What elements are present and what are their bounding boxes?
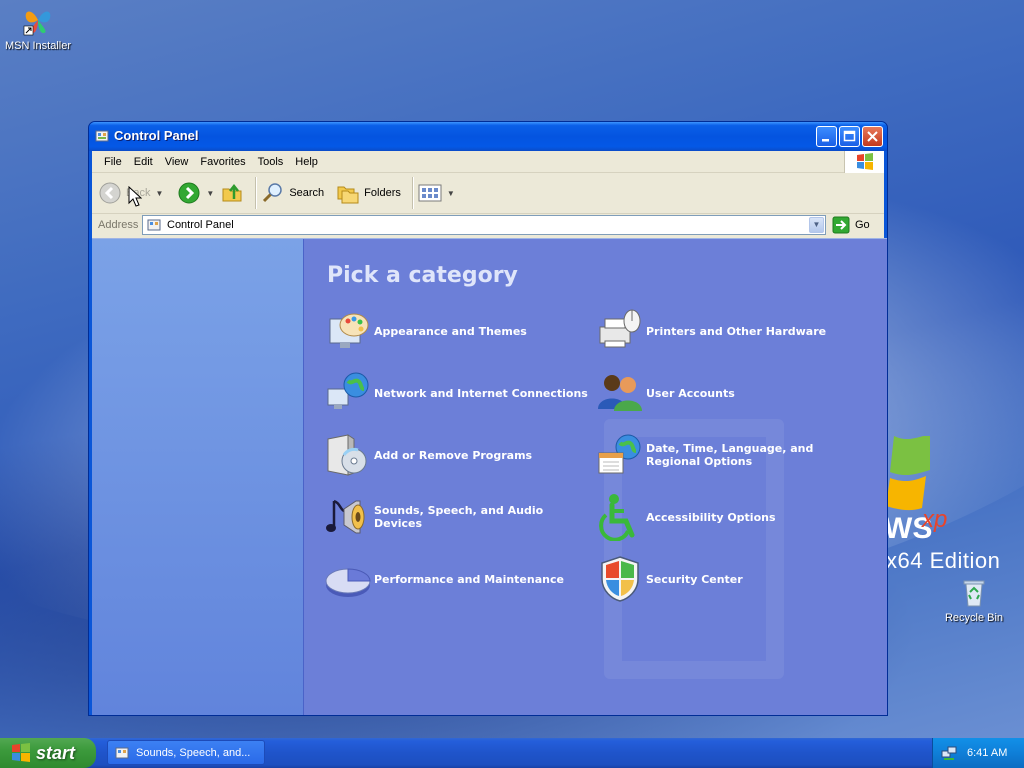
brand-xp-text: xp bbox=[922, 506, 948, 533]
printer-hardware-icon bbox=[596, 307, 646, 355]
category-performance-maintenance[interactable]: Performance and Maintenance bbox=[324, 555, 564, 603]
search-label: Search bbox=[289, 187, 325, 199]
chevron-down-icon[interactable]: ▼ bbox=[206, 189, 214, 198]
category-add-remove-programs[interactable]: Add or Remove Programs bbox=[324, 431, 532, 479]
control-panel-icon bbox=[115, 747, 129, 758]
start-button[interactable]: start bbox=[0, 738, 96, 768]
start-label: start bbox=[36, 742, 76, 763]
folders-label: Folders bbox=[364, 187, 401, 199]
windows-flag-icon bbox=[12, 743, 30, 762]
mouse-cursor-icon bbox=[128, 185, 143, 211]
search-button[interactable]: Search bbox=[261, 181, 324, 205]
msn-butterfly-icon bbox=[22, 4, 54, 36]
network-globe-icon bbox=[324, 369, 374, 417]
category-label: Appearance and Themes bbox=[374, 324, 527, 338]
category-appearance-themes[interactable]: Appearance and Themes bbox=[324, 307, 527, 355]
category-pane: Pick a category Appearance and Themes Pr… bbox=[303, 239, 887, 715]
views-grid-icon bbox=[418, 184, 442, 202]
taskbar-item-control-panel[interactable]: Sounds, Speech, and... bbox=[107, 740, 265, 765]
forward-button[interactable]: ▼ bbox=[177, 181, 214, 205]
up-folder-icon bbox=[222, 183, 242, 202]
menu-favorites[interactable]: Favorites bbox=[194, 154, 251, 170]
category-date-time-regional[interactable]: Date, Time, Language, and Regional Optio… bbox=[596, 431, 866, 479]
toolbar-separator bbox=[411, 177, 413, 209]
content-area: Pick a category Appearance and Themes Pr… bbox=[92, 238, 887, 715]
folders-icon bbox=[337, 186, 359, 204]
category-security-center[interactable]: Security Center bbox=[596, 555, 743, 603]
chevron-down-icon[interactable]: ▼ bbox=[447, 189, 455, 198]
standard-toolbar: Back ▼ ▼ Search Folders ▼ bbox=[92, 173, 884, 214]
control-panel-icon bbox=[94, 128, 110, 147]
taskbar-item-label: Sounds, Speech, and... bbox=[136, 746, 251, 759]
menu-help[interactable]: Help bbox=[289, 154, 324, 170]
menu-view[interactable]: View bbox=[159, 154, 195, 170]
address-bar: Address Control Panel ▼ Go bbox=[92, 214, 884, 236]
sound-speaker-icon bbox=[324, 493, 374, 541]
desktop-icon-label: MSN Installer bbox=[4, 40, 72, 52]
views-button[interactable]: ▼ bbox=[418, 183, 455, 203]
recycle-bin-icon bbox=[958, 576, 990, 608]
back-arrow-icon bbox=[99, 182, 121, 204]
category-user-accounts[interactable]: User Accounts bbox=[596, 369, 735, 417]
category-label: Performance and Maintenance bbox=[374, 572, 564, 586]
title-bar[interactable]: Control Panel bbox=[89, 122, 887, 151]
windows-flag-logo bbox=[886, 434, 930, 515]
category-label: Date, Time, Language, and Regional Optio… bbox=[646, 442, 814, 468]
window-title: Control Panel bbox=[114, 128, 199, 143]
address-value: Control Panel bbox=[167, 219, 234, 231]
go-arrow-icon bbox=[832, 216, 850, 234]
performance-chart-icon bbox=[324, 555, 374, 603]
network-tray-icon[interactable] bbox=[941, 745, 957, 761]
windows-logo-icon bbox=[844, 151, 884, 173]
search-icon bbox=[263, 183, 283, 203]
accessibility-icon bbox=[596, 493, 646, 541]
forward-arrow-icon bbox=[178, 182, 200, 204]
maximize-button[interactable] bbox=[839, 126, 860, 147]
go-button[interactable]: Go bbox=[832, 216, 870, 234]
menu-bar: File Edit View Favorites Tools Help bbox=[92, 151, 884, 173]
add-remove-programs-icon bbox=[324, 431, 374, 479]
category-network-internet[interactable]: Network and Internet Connections bbox=[324, 369, 588, 417]
taskbar: start Sounds, Speech, and... 6:41 AM bbox=[0, 738, 1024, 768]
desktop-icon-recycle-bin[interactable]: Recycle Bin bbox=[936, 576, 1012, 624]
category-label: Printers and Other Hardware bbox=[646, 324, 827, 338]
minimize-button[interactable] bbox=[816, 126, 837, 147]
menu-tools[interactable]: Tools bbox=[252, 154, 290, 170]
category-sounds-speech-audio[interactable]: Sounds, Speech, and Audio Devices bbox=[324, 493, 594, 541]
date-time-globe-icon bbox=[596, 431, 646, 479]
desktop-icon-msn-installer[interactable]: MSN Installer bbox=[0, 4, 76, 52]
category-accessibility[interactable]: Accessibility Options bbox=[596, 493, 776, 541]
address-input[interactable]: Control Panel ▼ bbox=[142, 215, 826, 235]
close-button[interactable] bbox=[862, 126, 883, 147]
page-title: Pick a category bbox=[327, 263, 518, 288]
appearance-themes-icon bbox=[324, 307, 374, 355]
up-folder-button[interactable] bbox=[220, 181, 244, 205]
control-panel-window: Control Panel File Edit View Favorites T… bbox=[88, 121, 888, 716]
folders-button[interactable]: Folders bbox=[336, 181, 401, 205]
user-accounts-icon bbox=[596, 369, 646, 417]
category-label: Accessibility Options bbox=[646, 510, 776, 524]
address-label: Address bbox=[98, 219, 139, 231]
clock[interactable]: 6:41 AM bbox=[967, 747, 1007, 759]
go-label: Go bbox=[855, 219, 870, 231]
category-label: Network and Internet Connections bbox=[374, 386, 588, 400]
category-label: User Accounts bbox=[646, 386, 735, 400]
system-tray: 6:41 AM bbox=[932, 738, 1024, 768]
category-label: Security Center bbox=[646, 572, 743, 586]
task-pane bbox=[92, 239, 303, 715]
category-printers-hardware[interactable]: Printers and Other Hardware bbox=[596, 307, 826, 355]
chevron-down-icon[interactable]: ▼ bbox=[155, 189, 163, 198]
category-label: Add or Remove Programs bbox=[374, 448, 533, 462]
address-dropdown-icon[interactable]: ▼ bbox=[809, 217, 824, 233]
toolbar-separator bbox=[255, 177, 257, 209]
security-shield-icon bbox=[596, 555, 646, 603]
menu-file[interactable]: File bbox=[98, 154, 128, 170]
control-panel-icon bbox=[147, 219, 161, 231]
brand-edition-text: x64 Edition bbox=[886, 548, 1001, 573]
desktop-icon-label: Recycle Bin bbox=[944, 612, 1004, 624]
menu-edit[interactable]: Edit bbox=[128, 154, 159, 170]
category-label: Sounds, Speech, and Audio Devices bbox=[374, 504, 544, 530]
